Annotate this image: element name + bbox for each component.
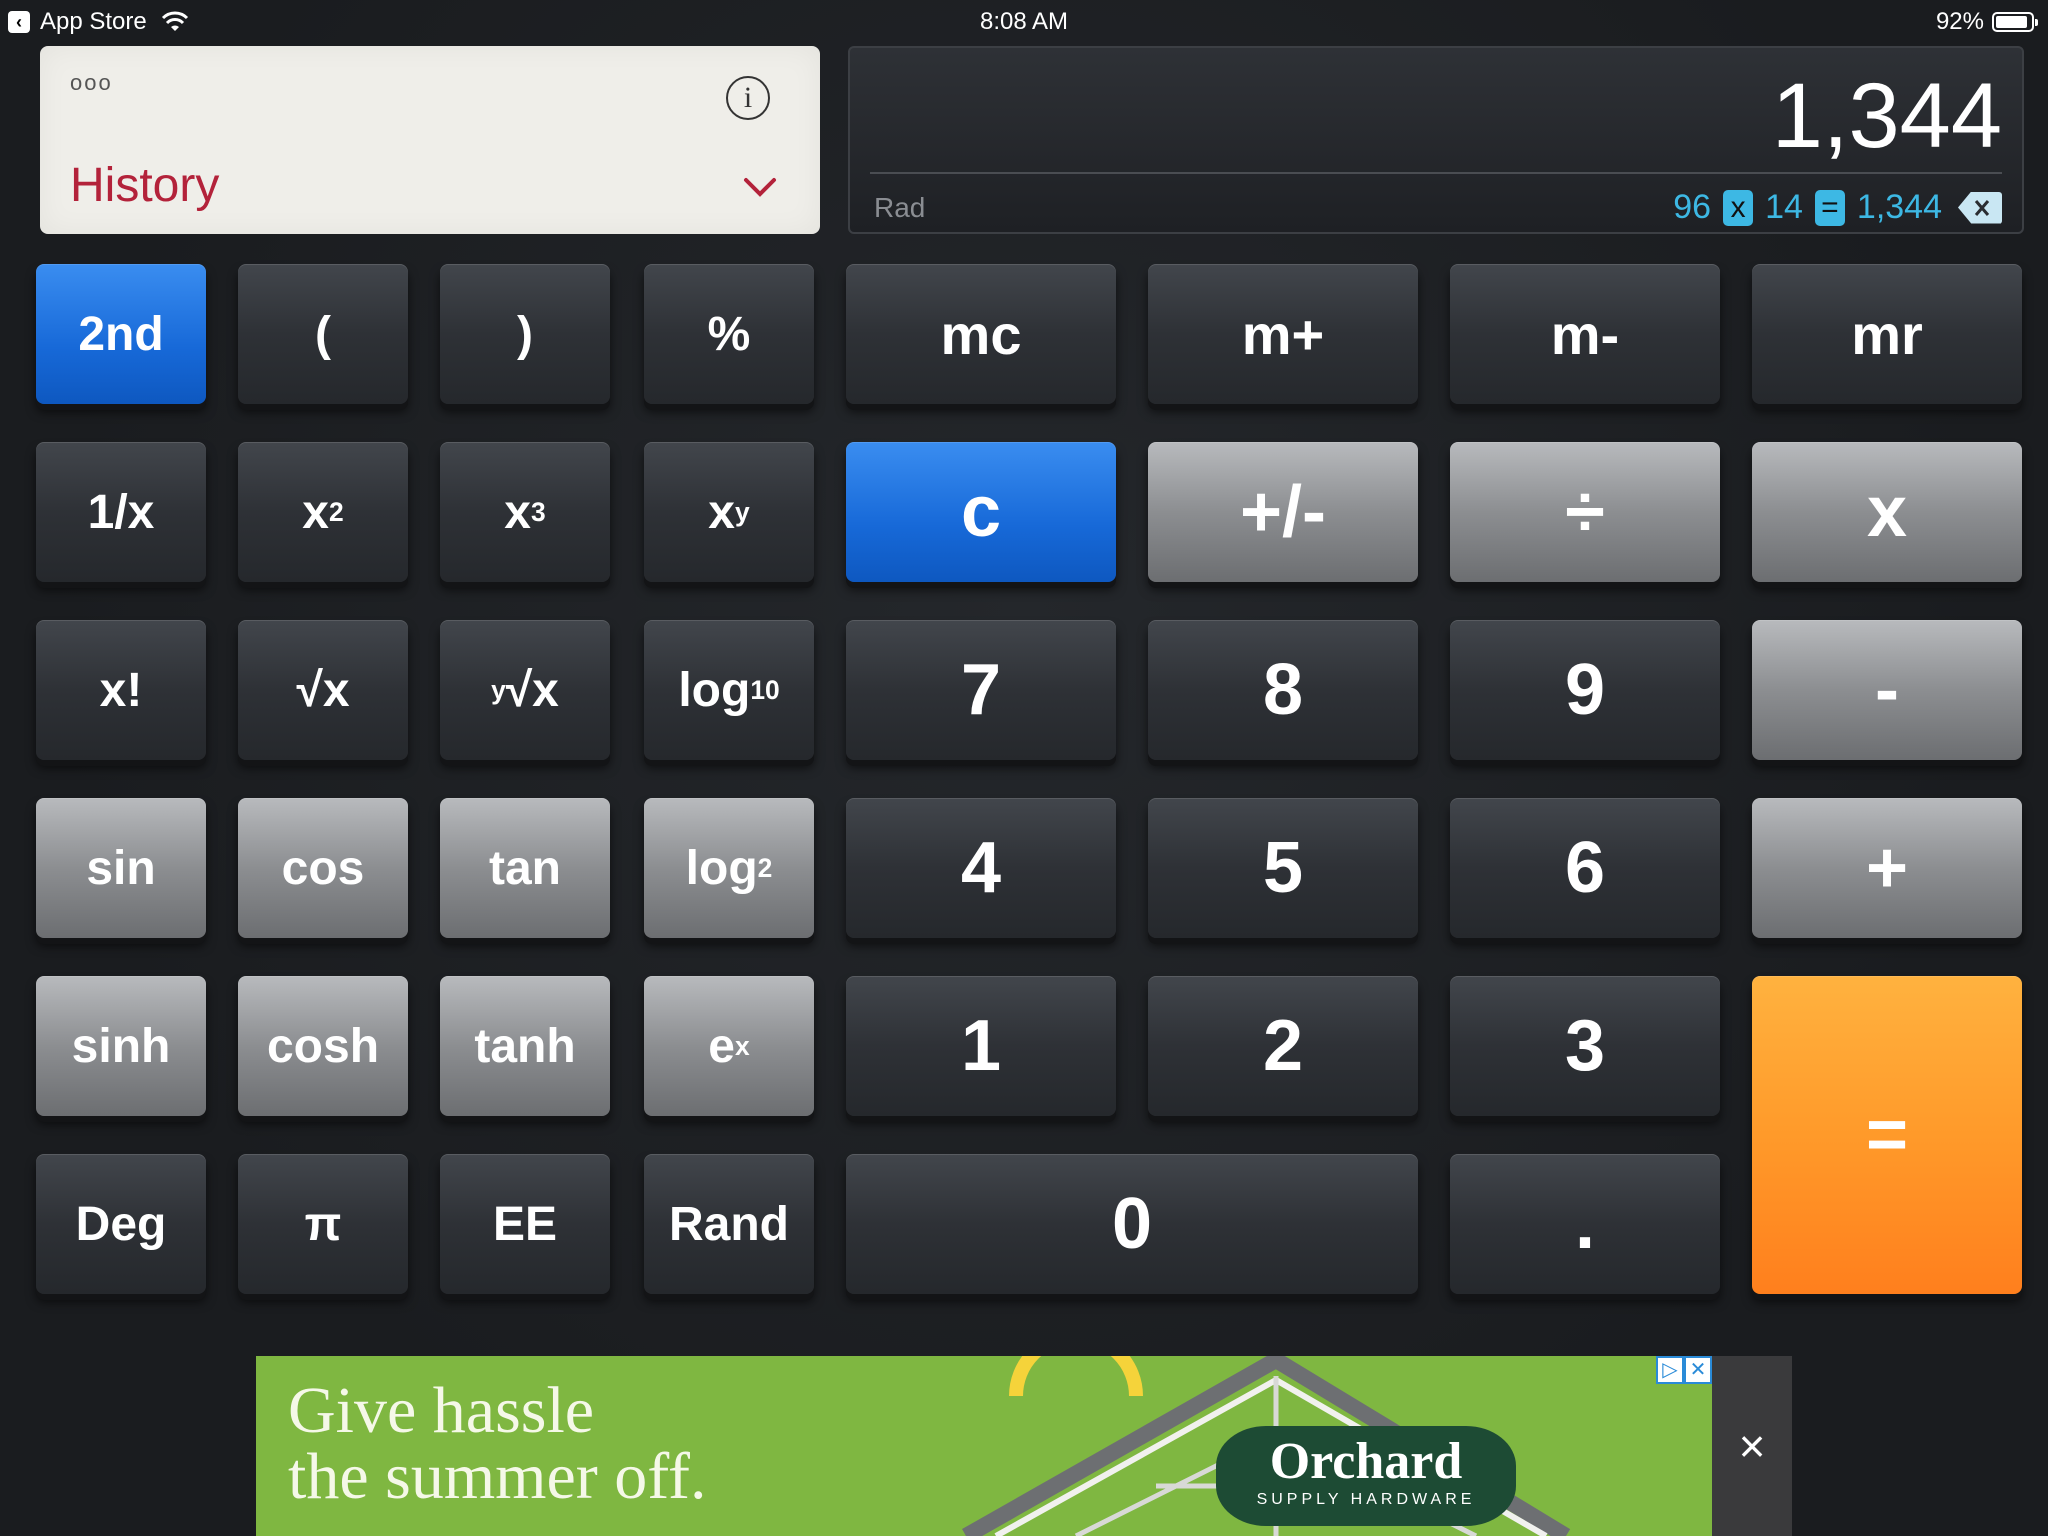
angle-mode-label: Rad [874,192,926,223]
ad-banner[interactable]: Give hassle the summer off. Orchard SUPP… [256,1356,1712,1536]
digit-1-button[interactable]: 1 [846,976,1116,1116]
info-icon[interactable]: i [726,76,770,120]
backspace-icon[interactable] [1958,191,2002,224]
pi-button[interactable]: π [238,1154,408,1294]
left-paren-button[interactable]: ( [238,264,408,404]
digit-8-button[interactable]: 8 [1148,620,1418,760]
add-button[interactable]: + [1752,798,2022,938]
status-bar: ‹ App Store 8:08 AM 92% [0,0,2048,42]
deg-rad-toggle-button[interactable]: Deg [36,1154,206,1294]
digit-6-button[interactable]: 6 [1450,798,1720,938]
digit-0-button[interactable]: 0 [846,1154,1418,1294]
log10-button[interactable]: log 10 [644,620,814,760]
cube-button[interactable]: x3 [440,442,610,582]
tan-button[interactable]: tan [440,798,610,938]
ad-headline: Give hassle the summer off. [288,1374,707,1513]
memory-recall-button[interactable]: mr [1752,264,2022,404]
expr-operand1: 96 [1673,188,1712,226]
decimal-button[interactable]: . [1450,1154,1720,1294]
expr-operand2: 14 [1765,188,1803,226]
multiply-button[interactable]: x [1752,442,2022,582]
battery-percent: 92% [1935,8,1984,35]
battery-icon [1992,12,2038,32]
calculator-display: 1,344 Rad 96 x 14 = 1,344 [848,46,2024,234]
right-paren-button[interactable]: ) [440,264,610,404]
expr-result: 1,344 [1856,188,1942,226]
memory-clear-button[interactable]: mc [846,264,1116,404]
log2-button[interactable]: log 2 [644,798,814,938]
digit-7-button[interactable]: 7 [846,620,1116,760]
exp-button[interactable]: ex [644,976,814,1116]
display-divider [870,172,2002,174]
second-function-button[interactable]: 2nd [36,264,206,404]
display-value: 1,344 [1771,65,2002,167]
clear-button[interactable]: c [846,442,1116,582]
ad-close-button[interactable]: × [1712,1356,1792,1536]
ad-brand-badge: Orchard SUPPLY HARDWARE [1216,1426,1516,1526]
sin-button[interactable]: sin [36,798,206,938]
subtract-button[interactable]: - [1752,620,2022,760]
factorial-button[interactable]: x! [36,620,206,760]
expr-operator: x [1723,189,1754,226]
yth-root-button[interactable]: y √x [440,620,610,760]
chevron-down-icon[interactable] [738,164,782,208]
ad-info-icon[interactable]: ▷ [1656,1356,1684,1384]
percent-button[interactable]: % [644,264,814,404]
cosh-button[interactable]: cosh [238,976,408,1116]
digit-3-button[interactable]: 3 [1450,976,1720,1116]
sinh-button[interactable]: sinh [36,976,206,1116]
ad-dismiss-icon[interactable]: ✕ [1684,1356,1712,1384]
reciprocal-button[interactable]: 1/x [36,442,206,582]
ad-choices[interactable]: ▷ ✕ [1656,1356,1712,1384]
power-button[interactable]: xy [644,442,814,582]
square-button[interactable]: x2 [238,442,408,582]
battery-status: 92% [1935,8,2038,36]
digit-2-button[interactable]: 2 [1148,976,1418,1116]
history-panel[interactable]: ooo i History [40,46,820,234]
memory-subtract-button[interactable]: m- [1450,264,1720,404]
exponent-entry-button[interactable]: EE [440,1154,610,1294]
history-title: History [70,159,220,212]
sign-toggle-button[interactable]: +/- [1148,442,1418,582]
digit-4-button[interactable]: 4 [846,798,1116,938]
digit-5-button[interactable]: 5 [1148,798,1418,938]
random-button[interactable]: Rand [644,1154,814,1294]
expression-line: 96 x 14 = 1,344 [1661,188,2002,227]
tanh-button[interactable]: tanh [440,976,610,1116]
status-time: 8:08 AM [979,8,1069,35]
history-menu-dots[interactable]: ooo [70,70,113,96]
divide-button[interactable]: ÷ [1450,442,1720,582]
square-root-button[interactable]: √x [238,620,408,760]
cos-button[interactable]: cos [238,798,408,938]
memory-add-button[interactable]: m+ [1148,264,1418,404]
expr-equals: = [1814,189,1845,226]
equals-button[interactable]: = [1752,976,2022,1294]
digit-9-button[interactable]: 9 [1450,620,1720,760]
